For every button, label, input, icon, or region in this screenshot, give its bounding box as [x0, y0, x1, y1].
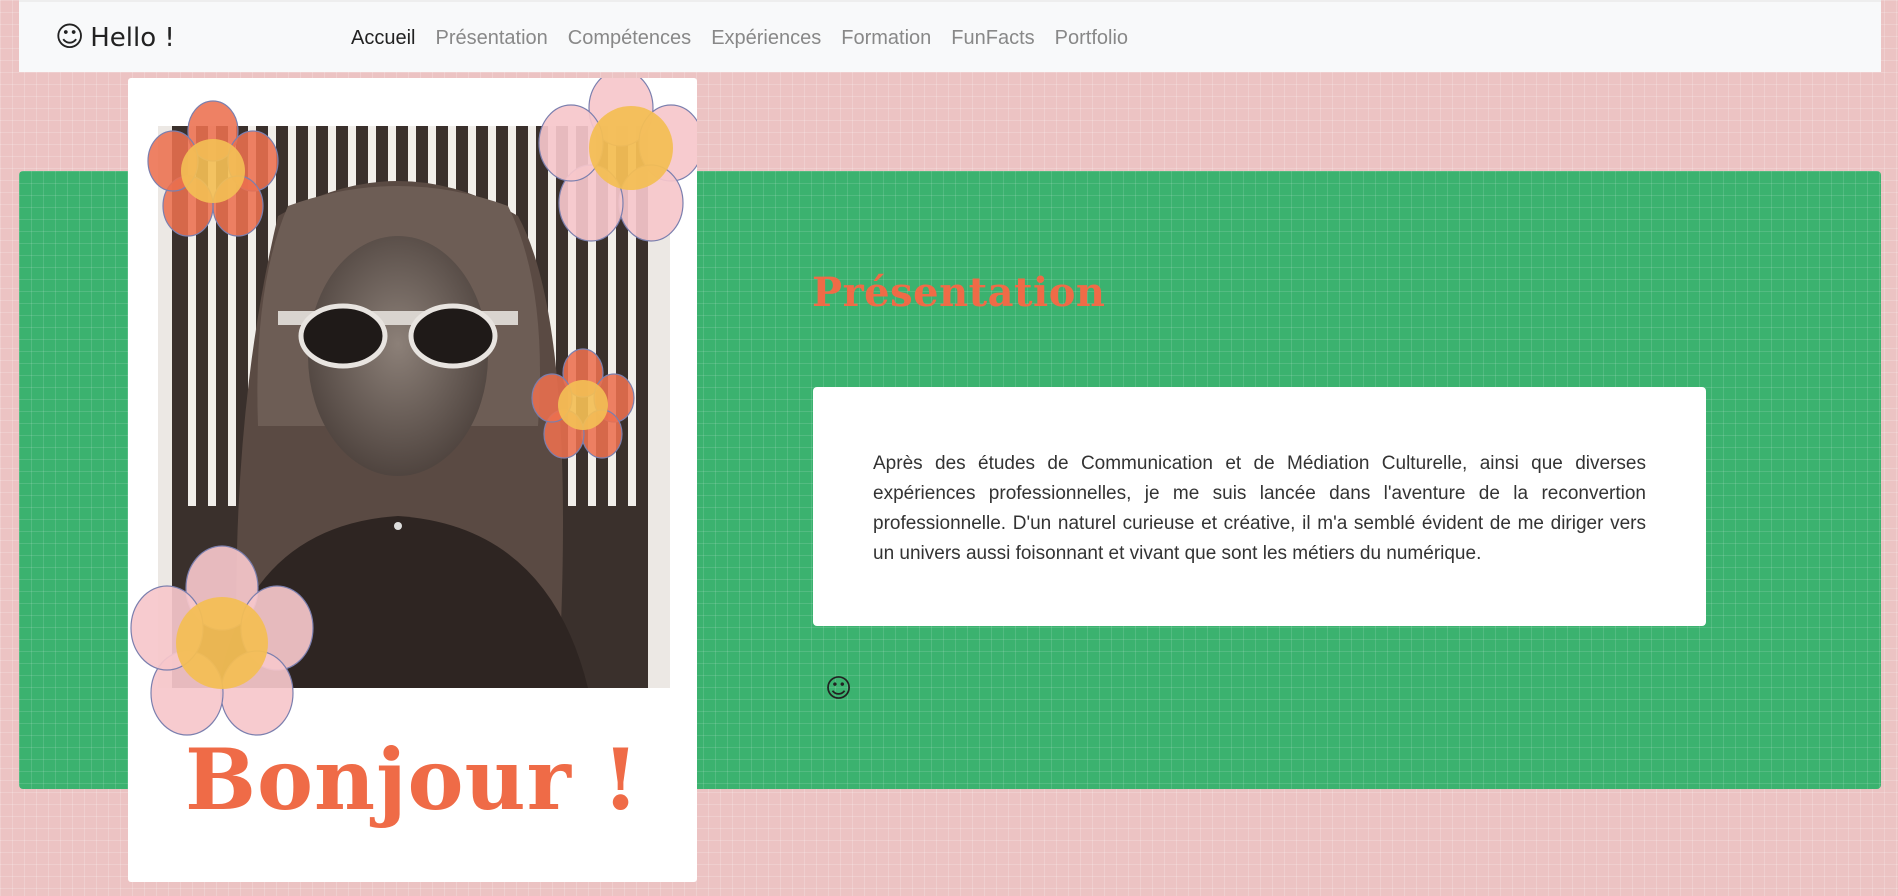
nav-link-funfacts[interactable]: FunFacts — [941, 25, 1044, 51]
section-title: Présentation — [812, 269, 1106, 316]
presentation-text: Après des études de Communication et de … — [873, 453, 1646, 564]
flower-decoration-icon — [531, 348, 635, 459]
nav-link-experiences[interactable]: Expériences — [701, 25, 831, 51]
flower-decoration-icon — [538, 78, 697, 242]
flower-decoration-icon — [147, 100, 279, 237]
nav-links: Accueil Présentation Compétences Expérie… — [341, 25, 1138, 51]
greeting-heading: Bonjour ! — [185, 730, 640, 829]
nav-link-competences[interactable]: Compétences — [558, 25, 701, 51]
brand-link[interactable]: ☺ Hello ! — [55, 20, 175, 55]
profile-card: Bonjour ! — [128, 78, 697, 882]
navbar: ☺ Hello ! Accueil Présentation Compétence… — [19, 0, 1881, 72]
brand-label: Hello ! — [90, 23, 175, 53]
smiley-icon: ☺ — [825, 674, 853, 704]
smiley-icon: ☺ — [55, 20, 85, 53]
presentation-card: Après des études de Communication et de … — [813, 387, 1706, 626]
flower-decoration-icon — [130, 545, 314, 736]
nav-link-formation[interactable]: Formation — [831, 25, 941, 51]
nav-link-portfolio[interactable]: Portfolio — [1045, 25, 1138, 51]
nav-link-presentation[interactable]: Présentation — [425, 25, 557, 51]
nav-link-accueil[interactable]: Accueil — [341, 25, 425, 51]
